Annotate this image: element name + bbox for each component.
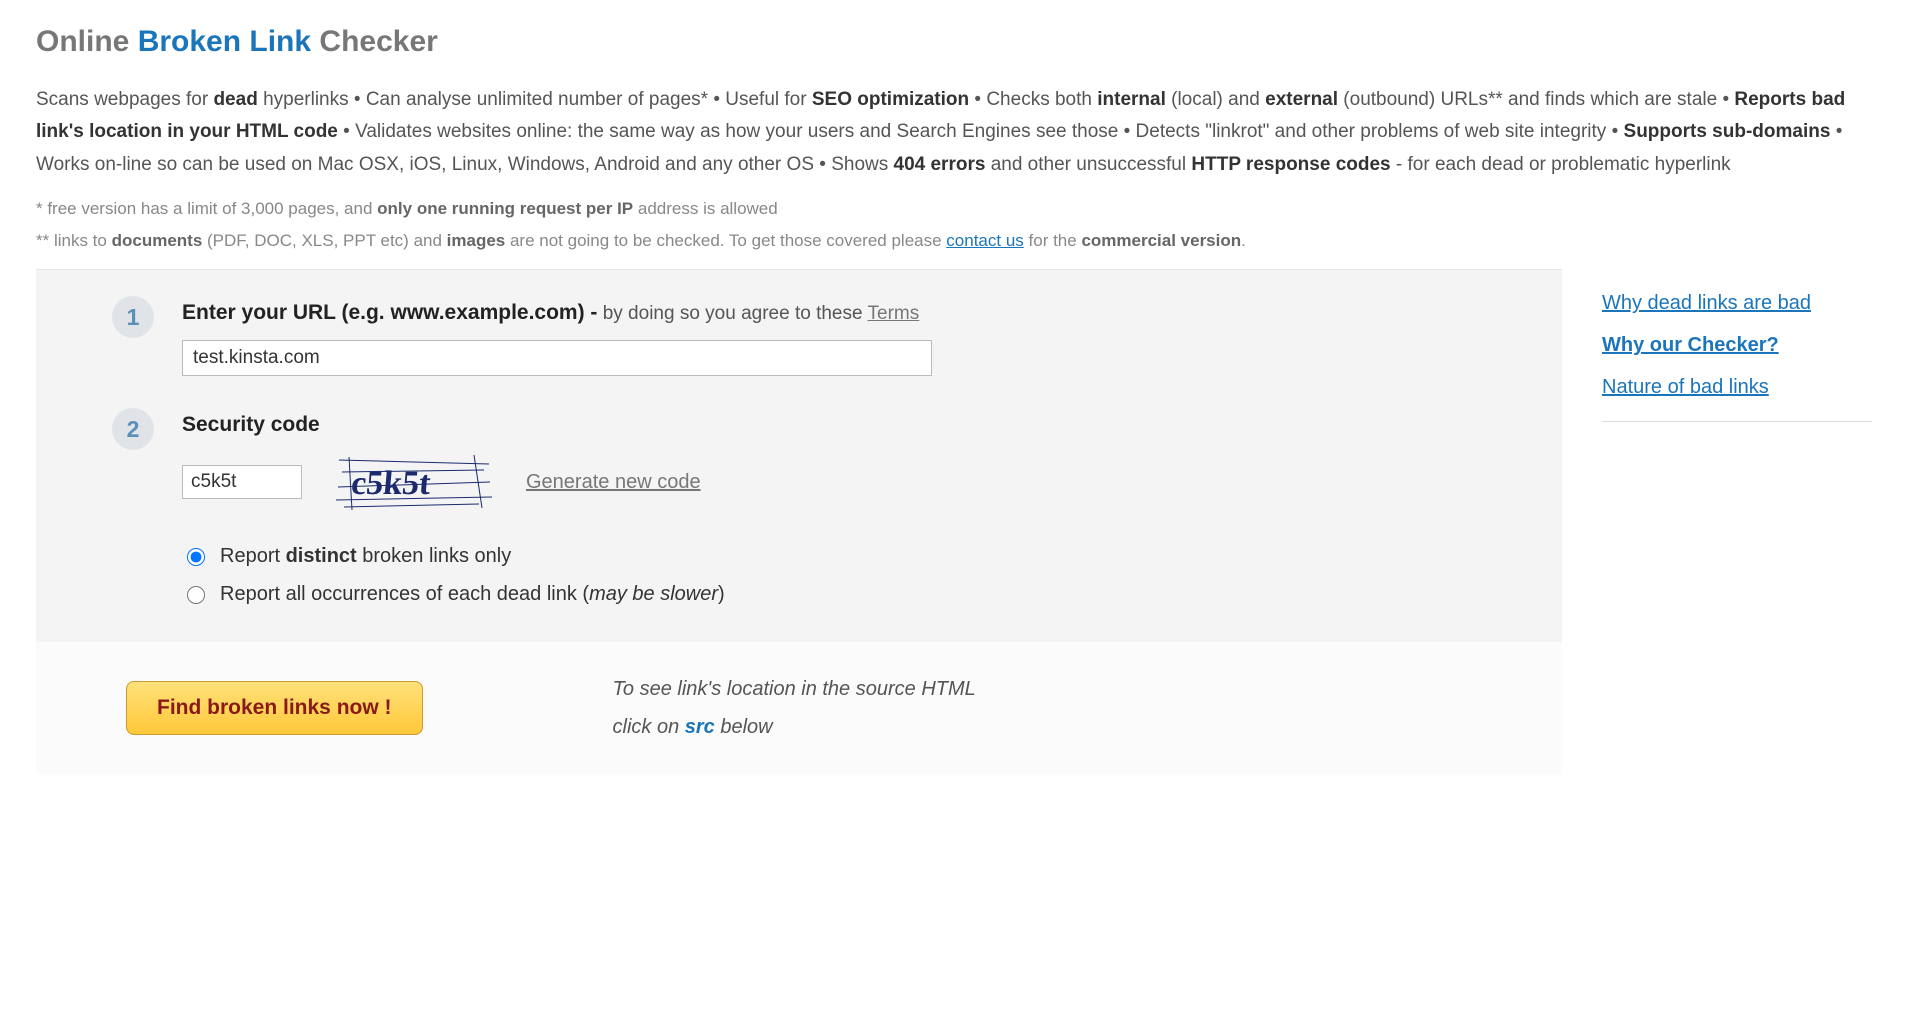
intro-text: (local) and [1166, 89, 1265, 110]
radio-distinct-label: Report distinct broken links only [220, 540, 511, 572]
intro-bold-dead: dead [213, 89, 257, 110]
url-input[interactable] [182, 340, 932, 376]
hint-line-2: click on src below [613, 708, 976, 746]
note-bold: only one running request per IP [377, 199, 633, 218]
sidebar-link-why-checker[interactable]: Why our Checker? [1602, 329, 1872, 361]
intro-text: (outbound) URLs** and finds which are st… [1338, 89, 1734, 110]
title-part-online: Online [36, 25, 138, 58]
note-text: are not going to be checked. To get thos… [505, 231, 946, 250]
intro-text: • Checks both [969, 89, 1097, 110]
step-2-label: Security code [182, 408, 1536, 442]
generate-new-code-link[interactable]: Generate new code [526, 466, 701, 498]
page-title: Online Broken Link Checker [36, 18, 1872, 66]
hint-text: click on [613, 716, 685, 738]
intro-bold-external: external [1265, 89, 1338, 110]
intro-text: • Validates websites online: the same wa… [338, 121, 1624, 142]
note-text: . [1241, 231, 1246, 250]
note-bold-documents: documents [112, 231, 203, 250]
label-text: Report all occurrences of each dead link… [220, 583, 589, 605]
label-text: ) - [578, 301, 598, 324]
submit-area: Find broken links now ! To see link's lo… [36, 642, 1562, 774]
security-code-label: Security code [182, 413, 320, 436]
footnote-1: * free version has a limit of 3,000 page… [36, 193, 1872, 225]
intro-bold-404: 404 errors [894, 154, 986, 175]
intro-text: Scans webpages for [36, 89, 213, 110]
sidebar: Why dead links are bad Why our Checker? … [1602, 265, 1872, 773]
radio-all-label: Report all occurrences of each dead link… [220, 578, 725, 610]
step-2: 2 Security code [62, 408, 1536, 616]
note-bold-images: images [447, 231, 506, 250]
intro-paragraph: Scans webpages for dead hyperlinks • Can… [36, 84, 1872, 181]
contact-us-link[interactable]: contact us [946, 231, 1024, 250]
note-bold-commercial: commercial version [1081, 231, 1241, 250]
main-column: 1 Enter your URL (e.g. www.example.com) … [36, 265, 1562, 773]
label-bold: distinct [286, 545, 357, 567]
intro-text: - for each dead or problematic hyperlink [1391, 154, 1731, 175]
sidebar-link-why-bad[interactable]: Why dead links are bad [1602, 287, 1872, 319]
label-text: ) [718, 583, 725, 605]
src-hint: To see link's location in the source HTM… [613, 670, 976, 746]
label-text: broken links only [357, 545, 512, 567]
captcha-text: c5k5t [350, 465, 433, 502]
label-text: Report [220, 545, 286, 567]
note-text: ** links to [36, 231, 112, 250]
note-text: address is allowed [633, 199, 778, 218]
intro-bold-subdomains: Supports sub-domains [1624, 121, 1831, 142]
label-italic: may be slower [589, 583, 718, 605]
note-text: * free version has a limit of 3,000 page… [36, 199, 377, 218]
terms-link[interactable]: Terms [868, 303, 920, 324]
intro-text: and other unsuccessful [985, 154, 1191, 175]
step-1-badge: 1 [112, 296, 154, 338]
sidebar-link-nature[interactable]: Nature of bad links [1602, 371, 1872, 403]
footnotes: * free version has a limit of 3,000 page… [36, 193, 1872, 258]
radio-distinct-row[interactable]: Report distinct broken links only [182, 540, 1536, 572]
intro-bold-internal: internal [1097, 89, 1166, 110]
step-1-label: Enter your URL (e.g. www.example.com) - … [182, 296, 1536, 330]
hint-line-1: To see link's location in the source HTM… [613, 670, 976, 708]
radio-all[interactable] [187, 586, 205, 604]
sidebar-divider [1602, 421, 1872, 422]
footnote-2: ** links to documents (PDF, DOC, XLS, PP… [36, 225, 1872, 257]
intro-bold-seo: SEO optimization [812, 89, 969, 110]
find-broken-links-button[interactable]: Find broken links now ! [126, 681, 423, 735]
title-part-brokenlink: Broken Link [138, 25, 311, 58]
hint-src-keyword: src [685, 716, 715, 738]
intro-text: hyperlinks • Can analyse unlimited numbe… [258, 89, 812, 110]
note-text: for the [1024, 231, 1082, 250]
radio-all-row[interactable]: Report all occurrences of each dead link… [182, 578, 1536, 610]
intro-bold-http: HTTP response codes [1191, 154, 1390, 175]
agree-hint: by doing so you agree to these [597, 303, 867, 324]
captcha-input[interactable] [182, 465, 302, 499]
label-example: www.example.com [390, 301, 577, 324]
label-text: Enter your URL (e.g. [182, 301, 390, 324]
step-1: 1 Enter your URL (e.g. www.example.com) … [62, 296, 1536, 376]
step-2-badge: 2 [112, 408, 154, 450]
captcha-image: c5k5t [334, 452, 494, 512]
note-text: (PDF, DOC, XLS, PPT etc) and [202, 231, 446, 250]
title-part-checker: Checker [311, 25, 438, 58]
hint-text: below [715, 716, 773, 738]
radio-distinct[interactable] [187, 548, 205, 566]
form-area: 1 Enter your URL (e.g. www.example.com) … [36, 269, 1562, 641]
